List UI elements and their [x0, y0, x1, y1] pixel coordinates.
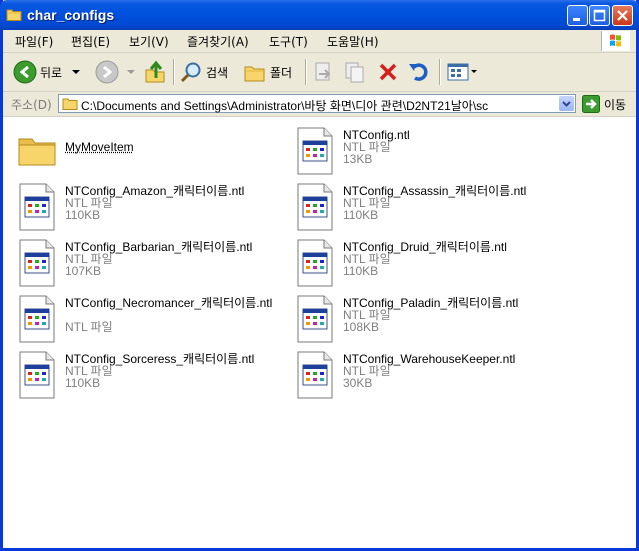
- views-icon: [447, 63, 469, 81]
- search-button[interactable]: 검색: [179, 58, 228, 86]
- file-size: 110KB: [343, 208, 379, 222]
- maximize-button[interactable]: [589, 5, 610, 26]
- address-dropdown-button[interactable]: [559, 96, 574, 111]
- file-size: 110KB: [65, 208, 101, 222]
- ntl-file-icon: [297, 295, 333, 343]
- toolbar: 뒤로 검색 폴더: [3, 53, 636, 92]
- back-arrow-icon: [13, 60, 37, 84]
- file-size: 30KB: [343, 376, 373, 390]
- menu-view[interactable]: 보기(V): [129, 33, 169, 50]
- back-button[interactable]: 뒤로: [13, 58, 82, 86]
- ntl-file-icon: [19, 351, 55, 399]
- file-name: NTConfig_Necromancer_캐릭터이름.ntl: [65, 296, 273, 310]
- undo-button[interactable]: [407, 58, 431, 86]
- file-item[interactable]: NTConfig_Assassin_캐릭터이름.ntl NTL 파일 110KB: [295, 183, 565, 235]
- file-item[interactable]: NTConfig_Sorceress_캐릭터이름.ntl NTL 파일 110K…: [17, 351, 287, 403]
- menu-favorites[interactable]: 즐겨찾기(A): [187, 33, 249, 50]
- go-button[interactable]: 이동: [582, 95, 626, 113]
- file-item[interactable]: NTConfig_Barbarian_캐릭터이름.ntl NTL 파일 107K…: [17, 239, 287, 291]
- folders-icon: [244, 66, 265, 82]
- file-item[interactable]: NTConfig_Druid_캐릭터이름.ntl NTL 파일 110KB: [295, 239, 565, 291]
- address-path: C:\Documents and Settings\Administrator\…: [81, 99, 489, 113]
- ntl-file-icon: [19, 183, 55, 231]
- folder-icon: [62, 98, 78, 110]
- file-item[interactable]: NTConfig_WarehouseKeeper.ntl NTL 파일 30KB: [295, 351, 565, 403]
- delete-icon: [379, 63, 397, 81]
- delete-button[interactable]: [376, 58, 400, 86]
- ntl-file-icon: [19, 295, 55, 343]
- folder-item[interactable]: MyMoveItem: [17, 127, 287, 179]
- menu-tools[interactable]: 도구(T): [269, 33, 308, 50]
- file-size: 108KB: [343, 320, 380, 334]
- file-item[interactable]: NTConfig.ntl NTL 파일 13KB: [295, 127, 565, 179]
- address-label: 주소(D): [11, 98, 52, 112]
- close-button[interactable]: [612, 5, 633, 26]
- ntl-file-icon: [19, 239, 55, 287]
- folder-icon: [18, 138, 56, 166]
- search-label: 검색: [206, 65, 229, 80]
- move-to-button[interactable]: [311, 58, 335, 86]
- copy-to-icon: [345, 62, 364, 83]
- explorer-window: char_configs 파일(F) 편집(E) 보기(V) 즐겨찾기(A) 도…: [0, 0, 639, 551]
- go-arrow-icon: [582, 95, 600, 113]
- forward-arrow-icon: [95, 60, 119, 84]
- back-label: 뒤로: [40, 65, 63, 80]
- folders-button[interactable]: 폴더: [243, 58, 292, 86]
- chevron-down-icon[interactable]: [70, 67, 82, 77]
- file-type: NTL 파일: [65, 320, 113, 334]
- search-icon: [180, 62, 201, 83]
- window-title: char_configs: [27, 7, 115, 23]
- windows-logo-icon: [601, 31, 630, 51]
- file-size: 110KB: [343, 264, 379, 278]
- address-input[interactable]: C:\Documents and Settings\Administrator\…: [58, 94, 576, 113]
- file-name: MyMoveItem: [65, 140, 134, 154]
- up-folder-button[interactable]: [143, 58, 167, 86]
- file-item[interactable]: NTConfig_Amazon_캐릭터이름.ntl NTL 파일 110KB: [17, 183, 287, 235]
- address-bar: 주소(D) C:\Documents and Settings\Administ…: [3, 92, 636, 117]
- menu-help[interactable]: 도움말(H): [327, 33, 379, 50]
- menu-bar: 파일(F) 편집(E) 보기(V) 즐겨찾기(A) 도구(T) 도움말(H): [3, 30, 636, 53]
- file-size: 107KB: [65, 264, 102, 278]
- ntl-file-icon: [297, 183, 333, 231]
- views-button[interactable]: [446, 58, 478, 86]
- menu-file[interactable]: 파일(F): [15, 33, 53, 50]
- ntl-file-icon: [297, 127, 333, 175]
- go-label: 이동: [604, 97, 627, 112]
- ntl-file-icon: [297, 239, 333, 287]
- file-item[interactable]: NTConfig_Necromancer_캐릭터이름.ntl NTL 파일: [17, 295, 287, 347]
- file-size: 110KB: [65, 376, 101, 390]
- file-list-view[interactable]: MyMoveItem NTConfig.ntl NTL 파일 13KB NTCo…: [3, 117, 636, 548]
- undo-icon: [409, 63, 428, 81]
- file-item[interactable]: NTConfig_Paladin_캐릭터이름.ntl NTL 파일 108KB: [295, 295, 565, 347]
- up-folder-icon: [145, 60, 165, 83]
- file-size: 13KB: [343, 152, 373, 166]
- title-bar[interactable]: char_configs: [0, 0, 639, 30]
- chevron-down-icon[interactable]: [470, 67, 478, 77]
- folders-label: 폴더: [270, 65, 293, 80]
- move-to-icon: [315, 62, 331, 81]
- menu-edit[interactable]: 편집(E): [71, 33, 110, 50]
- ntl-file-icon: [297, 351, 333, 399]
- forward-button[interactable]: [95, 58, 137, 86]
- chevron-down-icon: [562, 101, 571, 107]
- copy-to-button[interactable]: [343, 58, 367, 86]
- folder-icon: [6, 9, 22, 21]
- chevron-down-icon[interactable]: [125, 67, 137, 77]
- minimize-button[interactable]: [567, 5, 588, 26]
